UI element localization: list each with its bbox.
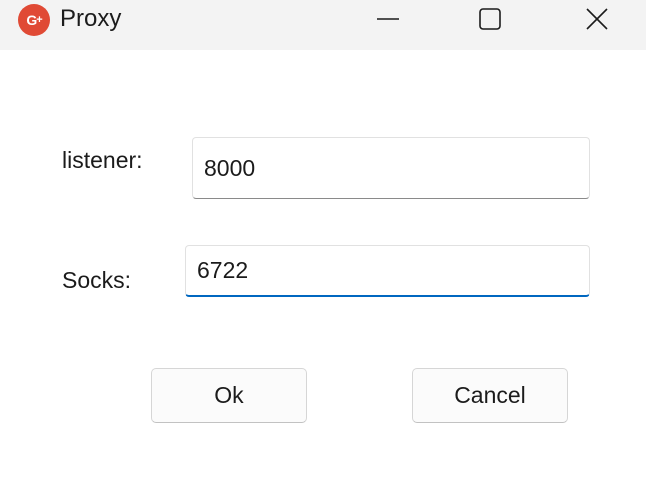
close-button[interactable]: [565, 0, 629, 38]
listener-input[interactable]: [192, 137, 590, 199]
socks-label: Socks:: [62, 267, 132, 293]
maximize-button[interactable]: [458, 0, 522, 38]
maximize-icon: [479, 8, 501, 30]
close-icon: [586, 8, 608, 30]
ok-button[interactable]: Ok: [151, 368, 307, 423]
window-title: Proxy: [60, 5, 122, 32]
title-bar[interactable]: G+ Proxy: [0, 0, 646, 50]
minimize-button[interactable]: [356, 0, 420, 38]
minimize-icon: [377, 18, 399, 20]
proxy-window: G+ Proxy listener: Socks: Ok Cancel: [0, 0, 646, 492]
socks-input[interactable]: [185, 245, 590, 297]
app-icon: G+: [18, 4, 50, 36]
cancel-button[interactable]: Cancel: [412, 368, 568, 423]
listener-label: listener:: [62, 147, 143, 173]
